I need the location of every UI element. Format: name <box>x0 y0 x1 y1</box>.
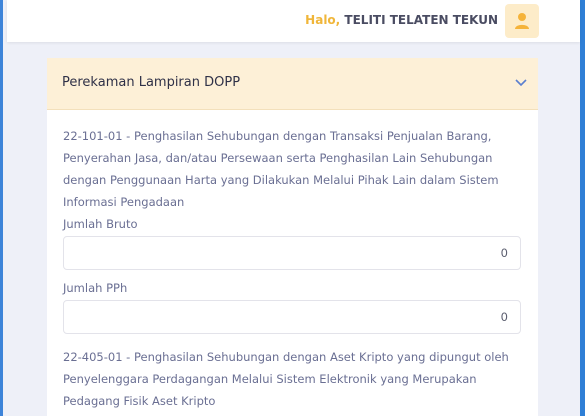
chevron-down-icon[interactable] <box>515 79 527 87</box>
bruto-label: Jumlah Bruto <box>63 217 138 231</box>
bruto-input[interactable] <box>63 236 521 270</box>
pph-label: Jumlah PPh <box>63 281 128 295</box>
user-greeting: Halo, TELITI TELATEN TEKUN <box>305 13 498 27</box>
section-description-2: 22-405-01 - Penghasilan Sehubungan denga… <box>63 350 509 408</box>
user-icon <box>515 13 529 29</box>
panel-title: Perekaman Lampiran DOPP <box>62 75 241 90</box>
greeting-text: Halo, <box>305 13 341 27</box>
avatar[interactable] <box>505 4 539 38</box>
top-navbar: Halo, TELITI TELATEN TEKUN <box>7 0 580 42</box>
section-description: 22-101-01 - Penghasilan Sehubungan denga… <box>63 129 499 209</box>
left-border <box>0 0 3 416</box>
panel-header[interactable]: Perekaman Lampiran DOPP <box>47 58 538 110</box>
pph-input[interactable] <box>63 300 521 334</box>
dopp-panel: Perekaman Lampiran DOPP 22-101-01 - Peng… <box>47 58 538 416</box>
username[interactable]: TELITI TELATEN TEKUN <box>344 13 498 27</box>
right-scrollbar[interactable] <box>580 0 585 416</box>
